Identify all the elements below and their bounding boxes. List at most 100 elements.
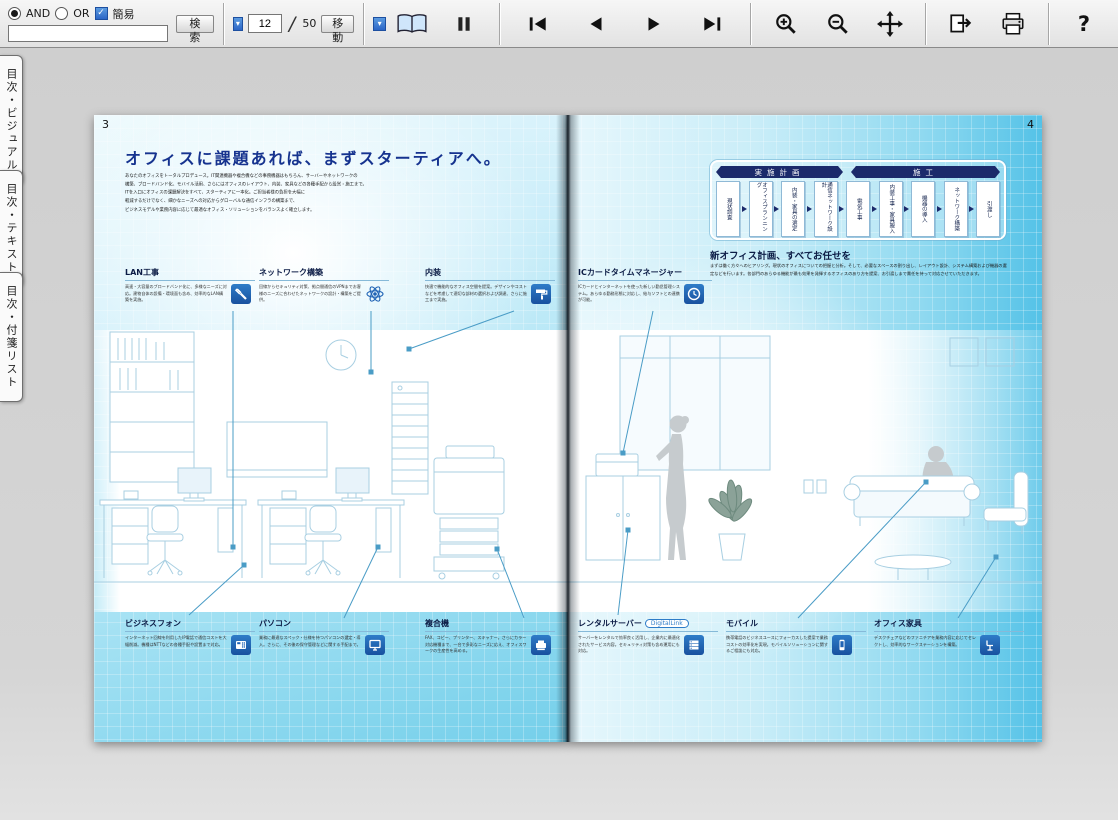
chevron-right-icon — [904, 206, 909, 212]
feature-desc: デスクチェアなどのファニチアを業務内容に応じてセレクトし、効率的なワークステーシ… — [874, 635, 976, 648]
page-title: オフィスに課題あれば、まずスターティアへ。 — [125, 145, 502, 169]
feature-desc: 携帯電話のビジネスユースにフォーカスした提案で業務コストの効率化を実現。モバイル… — [726, 635, 828, 655]
flow-step: 機器の導入 — [911, 181, 935, 237]
search-button[interactable]: 検索 — [176, 15, 214, 33]
feature-mobile: モバイル 携帯電話のビジネスユースにフォーカスした提案で業務コストの効率化を実現… — [726, 618, 866, 671]
feature-title: 内装 — [425, 267, 555, 281]
intro-paragraph: あなたのオフィスをトータルプロデュース。IT関連機器や複合機などの事務機器はもち… — [125, 172, 525, 236]
last-page-button[interactable] — [695, 7, 729, 41]
left-page[interactable]: 3 オフィスに課題あれば、まずスターティアへ。 あなたのオフィスをトータルプロデ… — [94, 115, 568, 742]
construction-flow-panel: 実施計画 施工 現状調査 オフィスプランニング 内装・家具の選定 通信ネットワー… — [710, 160, 1006, 240]
chevron-right-icon — [937, 206, 942, 212]
chevron-right-icon — [807, 206, 812, 212]
feature-ic-card: ICカードタイムマネージャー ICカードとインターネットを使った新しい勤怠管理シ… — [578, 267, 712, 320]
and-radio[interactable] — [8, 7, 21, 20]
feature-title: オフィス家具 — [874, 618, 1024, 632]
plant-drawing — [706, 480, 754, 560]
page-total-label: 50 — [302, 17, 316, 30]
pan-button[interactable] — [873, 7, 907, 41]
toolbar-separator — [1048, 3, 1049, 45]
feature-desc: 高速・大容量のブロードバンド化に、多様なニーズに対応。建物自体の設備・環境面も含… — [125, 284, 227, 304]
chevron-right-icon — [742, 206, 747, 212]
chevron-right-icon — [969, 206, 974, 212]
or-radio-label: OR — [73, 7, 89, 20]
view-toggle-icon[interactable]: ▾ — [373, 17, 386, 31]
clock-icon — [684, 284, 704, 304]
page-jump-group: ▾ / 50 移動 — [233, 13, 354, 35]
chevron-right-icon — [872, 206, 877, 212]
simple-search-checkbox[interactable]: ✓ — [95, 7, 108, 20]
or-radio[interactable] — [55, 7, 68, 20]
flow-step: 引渡し — [976, 181, 1000, 237]
wall-clock-drawing — [326, 340, 356, 370]
digitallink-badge: DigitalLink — [645, 619, 689, 628]
sidebar-tab-toc-text[interactable]: 目次・テキスト — [0, 170, 23, 287]
flow-phase2-header: 施工 — [851, 166, 1000, 178]
intro-line: あなたのオフィスをトータルプロデュース。IT関連機器や複合機などの事務機器はもち… — [125, 172, 525, 180]
feature-mfp: 複合機 FAX、コピー、プリンター、スキャナー。さらにカラー対応機種まで、一台で… — [425, 618, 555, 671]
flow-step: 電気工事 — [846, 181, 870, 237]
flow-step: ネットワーク構築 — [944, 181, 968, 237]
intro-line: 軽減するだけでなく、細かなニーズへの対応からグローバルな通信インフラの構築まで、 — [125, 197, 525, 205]
server-icon — [684, 635, 704, 655]
feature-rental-server: レンタルサーバーDigitalLink サーバーをレンタルで効率良く活用し、企業… — [578, 618, 718, 671]
intro-line: ITを入口にオフィスの課題解決をすべて、スターティアに一本化。ご担当者様の負担を… — [125, 189, 525, 197]
move-button[interactable]: 移動 — [321, 15, 354, 33]
flow-phase1-header: 実施計画 — [716, 166, 843, 178]
feature-title: 複合機 — [425, 618, 555, 632]
mobile-phone-icon — [832, 635, 852, 655]
search-input[interactable] — [8, 25, 168, 42]
bookshelf-drawing — [110, 332, 194, 482]
flow-step: 内装工事・家具搬入 — [879, 181, 903, 237]
sidebar-tab-toc-visual[interactable]: 目次・ビジュアル — [0, 55, 23, 185]
office-illustration-left — [94, 330, 568, 612]
toolbar-separator — [499, 3, 500, 45]
toolbar: AND OR ✓ 簡易 検索 ▾ / 50 移動 ▾ — [0, 0, 1118, 48]
feature-desc: 快適で機能的なオフィス空間を提案。デザインやコストなどを考慮して適切な部材の選択… — [425, 284, 527, 304]
zoom-in-button[interactable] — [769, 7, 803, 41]
feature-title: ネットワーク構築 — [259, 267, 389, 281]
sidebar-tab-toc-bookmarks[interactable]: 目次・付箋リスト — [0, 272, 23, 402]
feature-title: ビジネスフォン — [125, 618, 255, 632]
phone-icon — [231, 635, 251, 655]
copier-drawing — [434, 446, 504, 579]
chart-rack-drawing — [392, 382, 428, 494]
chevron-right-icon — [774, 206, 779, 212]
picture-frames-drawing — [950, 338, 1014, 366]
next-page-button[interactable] — [637, 7, 671, 41]
spread-view-icon[interactable] — [395, 7, 429, 41]
export-page-button[interactable] — [944, 7, 978, 41]
monitor-icon — [365, 635, 385, 655]
feature-desc: ICカードとインターネットを使った新しい勤怠管理システム。あらゆる勤務形態に対応… — [578, 284, 680, 304]
page-number-input[interactable] — [248, 14, 282, 33]
page-input-toggle-icon[interactable]: ▾ — [233, 17, 243, 31]
flow-step: 通信ネットワーク設計 — [814, 181, 838, 237]
feature-title: レンタルサーバーDigitalLink — [578, 618, 718, 632]
desk-drawing-1 — [100, 468, 246, 578]
prev-page-button[interactable] — [579, 7, 613, 41]
intro-line: 構築、ブロードバンド化、モバイル活用、さらにはオフィスのレイアウト、内装、家具な… — [125, 180, 525, 188]
page-number-right: 4 — [1027, 118, 1034, 131]
feature-desc: FAX、コピー、プリンター、スキャナー。さらにカラー対応機種まで、一台で多彩なニ… — [425, 635, 527, 655]
feature-desc: 回線からセキュリティ対策、拠点間通信のVPNまでお客様のニーズに合わせたネットワ… — [259, 284, 361, 304]
feature-office-furniture: オフィス家具 デスクチェアなどのファニチアを業務内容に応じてセレクトし、効率的な… — [874, 618, 1024, 671]
print-button[interactable] — [996, 7, 1030, 41]
pause-button[interactable] — [447, 7, 481, 41]
wrench-icon — [231, 284, 251, 304]
help-button[interactable]: ? — [1067, 7, 1101, 41]
sofa-drawing — [844, 472, 1028, 580]
toolbar-separator — [223, 3, 224, 45]
search-group: AND OR ✓ 簡易 — [8, 6, 168, 42]
viewer-canvas: 3 オフィスに課題あれば、まずスターティアへ。 あなたのオフィスをトータルプロデ… — [0, 48, 1118, 820]
first-page-button[interactable] — [521, 7, 555, 41]
plan-heading: 新オフィス計画、すべてお任せを — [710, 248, 851, 262]
feature-title: パソコン — [259, 618, 389, 632]
chevron-right-icon — [839, 206, 844, 212]
feature-desc: インターネット回線を利用したIP電話で通信コストを大幅削減。機種はNTTなどの各… — [125, 635, 227, 648]
intro-line: ビジネスモデルや業務内容に応じて最適なオフィス・ソリューションをバランスよく確立… — [125, 206, 525, 214]
zoom-out-button[interactable] — [821, 7, 855, 41]
right-page[interactable]: 4 ICカードタイムマネージャー ICカードとインターネットを使った新しい勤怠管… — [568, 115, 1042, 742]
office-chair-icon — [980, 635, 1000, 655]
feature-desc: サーバーをレンタルで効率良く活用し、企業内に最適化されたサービス内容。セキュリテ… — [578, 635, 680, 655]
flow-step: オフィスプランニング — [749, 181, 773, 237]
